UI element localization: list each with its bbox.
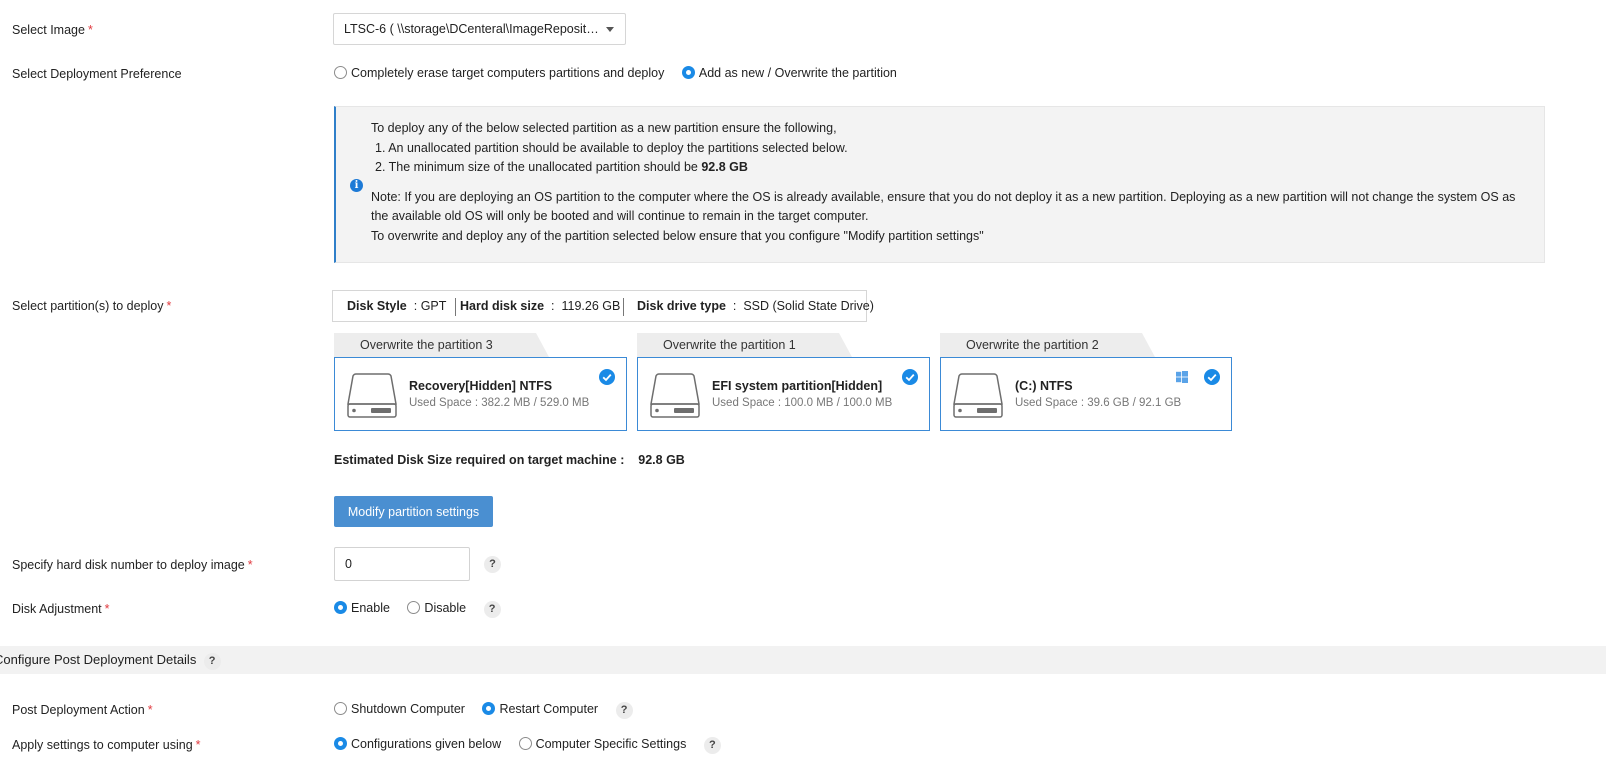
hard-disk-icon <box>347 373 397 418</box>
disk-drive-type: Disk drive type : SSD (Solid State Drive… <box>637 299 874 313</box>
info-icon: i <box>350 179 363 192</box>
deployment-preference-radio-group: Completely erase target computers partit… <box>334 66 911 80</box>
modify-partition-settings-button[interactable]: Modify partition settings <box>334 496 493 527</box>
hard-disk-number-input[interactable] <box>334 547 470 581</box>
radio-circle[interactable] <box>407 601 421 614</box>
estimated-disk-size-value: 92.8 GB <box>638 453 685 467</box>
post-deployment-action-label: Post Deployment Action * <box>12 703 153 717</box>
radio-circle[interactable] <box>334 66 347 79</box>
question-icon[interactable]: ? <box>203 653 221 670</box>
radio-configurations-below[interactable]: Configurations given below <box>334 737 501 751</box>
partition-tab-1[interactable]: Overwrite the partition 1 <box>637 333 852 357</box>
radio-erase-and-deploy[interactable]: Completely erase target computers partit… <box>334 66 664 80</box>
post-deployment-section-header: Configure Post Deployment Details ? <box>0 646 1606 674</box>
apply-settings-label: Apply settings to computer using * <box>12 738 201 752</box>
radio-circle-selected[interactable] <box>482 702 496 715</box>
post-deployment-action-radio-group: Shutdown Computer Restart Computer ? <box>334 702 633 719</box>
radio-disable[interactable]: Disable <box>407 601 466 615</box>
radio-circle-selected[interactable] <box>334 601 347 614</box>
disk-style: Disk Style : GPT <box>347 299 447 313</box>
partition-card-recovery[interactable]: Recovery[Hidden] NTFS Used Space : 382.2… <box>334 357 627 431</box>
select-partitions-label: Select partition(s) to deploy * <box>12 299 172 313</box>
partition-tab-3[interactable]: Overwrite the partition 3 <box>334 333 549 357</box>
partition-card-c-drive[interactable]: (C:) NTFS Used Space : 39.6 GB / 92.1 GB <box>940 357 1232 431</box>
disk-adjustment-label: Disk Adjustment * <box>12 602 110 616</box>
info-note: Note: If you are deploying an OS partiti… <box>371 189 1516 224</box>
radio-circle-selected[interactable] <box>334 737 347 750</box>
checkmark-circle-icon[interactable] <box>599 369 615 385</box>
question-icon[interactable]: ? <box>483 601 501 618</box>
min-size-value: 92.8 GB <box>701 160 748 174</box>
partition-card-efi[interactable]: EFI system partition[Hidden] Used Space … <box>637 357 930 431</box>
select-image-label: Select Image * <box>12 23 93 37</box>
apply-settings-radio-group: Configurations given below Computer Spec… <box>334 737 721 754</box>
hard-disk-icon <box>953 373 1003 418</box>
partition-used-space: Used Space : 100.0 MB / 100.0 MB <box>712 397 893 409</box>
question-icon[interactable]: ? <box>484 556 501 573</box>
partition-name: (C:) NTFS <box>1015 379 1073 393</box>
partition-name: Recovery[Hidden] NTFS <box>409 379 553 393</box>
windows-icon <box>1176 371 1188 383</box>
info-line-2: 1. An unallocated partition should be av… <box>375 140 848 155</box>
disk-info-bar: Disk Style : GPT Hard disk size : 119.26… <box>332 290 874 322</box>
partition-name: EFI system partition[Hidden] <box>712 379 883 393</box>
partition-tab-2[interactable]: Overwrite the partition 2 <box>940 333 1155 357</box>
section-title: Configure Post Deployment Details ? <box>0 652 221 670</box>
radio-circle-selected[interactable] <box>681 66 695 79</box>
partition-info-box: i To deploy any of the below selected pa… <box>334 106 1545 263</box>
hard-disk-number-label: Specify hard disk number to deploy image… <box>12 558 253 572</box>
caret-down-icon <box>606 27 614 32</box>
deployment-preference-label: Select Deployment Preference <box>12 67 182 81</box>
select-image-dropdown[interactable]: LTSC-6 ( \\storage\DCenteral\ImageReposi… <box>333 13 626 45</box>
radio-restart-computer[interactable]: Restart Computer <box>482 702 598 716</box>
info-line-3: 2. The minimum size of the unallocated p… <box>375 160 748 174</box>
question-icon[interactable]: ? <box>615 702 633 719</box>
info-overwrite: To overwrite and deploy any of the parti… <box>371 228 984 243</box>
disk-adjustment-radio-group: Enable Disable ? <box>334 601 501 618</box>
radio-circle[interactable] <box>518 737 532 750</box>
radio-add-overwrite[interactable]: Add as new / Overwrite the partition <box>681 66 897 80</box>
checkmark-circle-icon[interactable] <box>902 369 918 385</box>
estimated-disk-size: Estimated Disk Size required on target m… <box>334 453 685 467</box>
radio-computer-specific[interactable]: Computer Specific Settings <box>518 737 686 751</box>
checkmark-circle-icon[interactable] <box>1204 369 1220 385</box>
partition-used-space: Used Space : 382.2 MB / 529.0 MB <box>409 397 590 409</box>
radio-circle[interactable] <box>334 702 347 715</box>
question-icon[interactable]: ? <box>703 737 721 754</box>
partition-used-space: Used Space : 39.6 GB / 92.1 GB <box>1015 397 1182 409</box>
radio-shutdown-computer[interactable]: Shutdown Computer <box>334 702 465 716</box>
hard-disk-size: Hard disk size : 119.26 GB <box>460 299 621 313</box>
radio-enable[interactable]: Enable <box>334 601 390 615</box>
hard-disk-icon <box>650 373 700 418</box>
select-image-value: LTSC-6 ( \\storage\DCenteral\ImageReposi… <box>344 22 626 36</box>
info-line-1: To deploy any of the below selected part… <box>371 121 837 135</box>
